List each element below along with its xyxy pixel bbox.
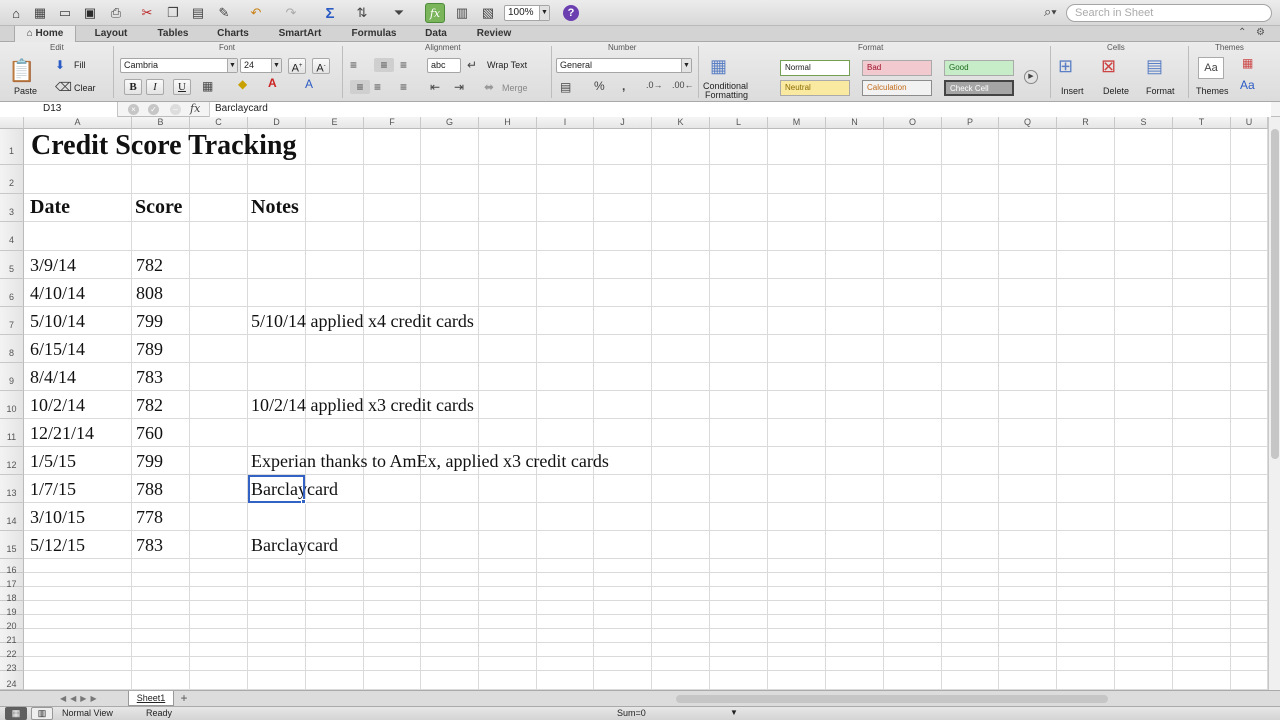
row-header[interactable]: 10	[0, 391, 24, 419]
cell-note[interactable]: 10/2/14 applied x3 credit cards	[251, 391, 474, 419]
cell-date[interactable]: 5/10/14	[30, 307, 85, 335]
row-header[interactable]: 11	[0, 419, 24, 447]
view-label: Normal View	[62, 708, 113, 718]
row-header[interactable]: 21	[0, 629, 24, 645]
excel-window: ⌂ ▦ ▭ ▣ ⎙ ✂ ❐ ▤ ✎ ↶ ↷ Σ ⇅ ⏷ fx ▥ ▧ 100% …	[0, 0, 1280, 720]
cell-note[interactable]: 5/10/14 applied x4 credit cards	[251, 307, 474, 335]
row-header[interactable]: 9	[0, 363, 24, 391]
column-header[interactable]: U	[1231, 117, 1268, 129]
row-header[interactable]: 18	[0, 587, 24, 603]
sheet-tab-bar: ◀◀▶▶ Sheet1 +	[0, 690, 1280, 706]
cell-score[interactable]: 789	[136, 335, 163, 363]
cell-note[interactable]: Experian thanks to AmEx, applied x3 cred…	[251, 447, 609, 475]
column-header[interactable]: F	[364, 117, 421, 129]
row-header[interactable]: 16	[0, 559, 24, 575]
row-header[interactable]: 17	[0, 573, 24, 589]
column-header[interactable]: H	[479, 117, 537, 129]
row-header[interactable]: 4	[0, 222, 24, 251]
add-sheet-icon[interactable]: +	[177, 692, 191, 705]
horizontal-scroll-thumb[interactable]	[676, 695, 1108, 703]
cell-date[interactable]: 6/15/14	[30, 335, 85, 363]
normal-view-icon[interactable]: ▦	[5, 707, 27, 720]
cell-date[interactable]: 1/5/15	[30, 447, 76, 475]
cell-score[interactable]: 783	[136, 531, 163, 559]
row-header[interactable]: 2	[0, 165, 24, 194]
cell-date[interactable]: 8/4/14	[30, 363, 76, 391]
row-header[interactable]: 5	[0, 251, 24, 279]
column-header[interactable]: S	[1115, 117, 1173, 129]
row-header[interactable]: 6	[0, 279, 24, 307]
column-header[interactable]: E	[306, 117, 364, 129]
column-header[interactable]: G	[421, 117, 479, 129]
column-header[interactable]: L	[710, 117, 768, 129]
column-header[interactable]: R	[1057, 117, 1115, 129]
cell-score[interactable]: 799	[136, 307, 163, 335]
column-header[interactable]: K	[652, 117, 710, 129]
row-header[interactable]: 22	[0, 643, 24, 659]
sum-status: Sum=0	[617, 708, 646, 718]
cell-score[interactable]: 788	[136, 475, 163, 503]
cell-note[interactable]: Barclaycard	[251, 531, 338, 559]
grid-lines	[24, 129, 1268, 690]
cell-a1-title[interactable]: Credit Score Tracking	[31, 128, 296, 164]
row-header[interactable]: 15	[0, 531, 24, 559]
column-header[interactable]: P	[942, 117, 999, 129]
cell-score[interactable]: 782	[136, 391, 163, 419]
row-header[interactable]: 8	[0, 335, 24, 363]
row-header[interactable]: 23	[0, 657, 24, 673]
row-header[interactable]: 19	[0, 601, 24, 617]
vertical-scroll-thumb[interactable]	[1271, 129, 1279, 459]
cell-date[interactable]: 4/10/14	[30, 279, 85, 307]
column-header[interactable]: I	[537, 117, 594, 129]
cell-score[interactable]: 778	[136, 503, 163, 531]
cell-b3-score-header[interactable]: Score	[135, 193, 182, 221]
row-header[interactable]: 1	[0, 129, 24, 165]
cell-date[interactable]: 3/9/14	[30, 251, 76, 279]
active-cell-selection	[248, 475, 305, 503]
cell-score[interactable]: 760	[136, 419, 163, 447]
cell-date[interactable]: 1/7/15	[30, 475, 76, 503]
chevron-down-icon[interactable]: ▼	[730, 708, 738, 717]
vertical-scrollbar[interactable]	[1268, 117, 1280, 690]
cell-score[interactable]: 783	[136, 363, 163, 391]
cell-date[interactable]: 5/12/15	[30, 531, 85, 559]
row-header[interactable]: 20	[0, 615, 24, 631]
cell-a3-date-header[interactable]: Date	[30, 193, 70, 221]
row-header[interactable]: 7	[0, 307, 24, 335]
cell-date[interactable]: 10/2/14	[30, 391, 85, 419]
column-header[interactable]: J	[594, 117, 652, 129]
column-header[interactable]: N	[826, 117, 884, 129]
column-header[interactable]: T	[1173, 117, 1231, 129]
cell-score[interactable]: 799	[136, 447, 163, 475]
cell-score[interactable]: 808	[136, 279, 163, 307]
page-layout-icon[interactable]: ▥	[31, 707, 53, 720]
sheet-nav-arrows[interactable]: ◀◀▶▶	[60, 694, 101, 703]
status-bar: ▦ ▥ Normal View Ready Sum=0 ▼	[0, 706, 1280, 720]
cell-d3-notes-header[interactable]: Notes	[251, 193, 299, 221]
sheet-tab-sheet1[interactable]: Sheet1	[128, 691, 174, 706]
cell-date[interactable]: 3/10/15	[30, 503, 85, 531]
cell-date[interactable]: 12/21/14	[30, 419, 94, 447]
ready-status: Ready	[146, 708, 173, 718]
column-header[interactable]: O	[884, 117, 942, 129]
cell-score[interactable]: 782	[136, 251, 163, 279]
row-header[interactable]: 12	[0, 447, 24, 475]
row-header[interactable]: 14	[0, 503, 24, 531]
row-header[interactable]: 13	[0, 475, 24, 503]
row-header[interactable]: 3	[0, 194, 24, 222]
fill-handle[interactable]	[301, 499, 306, 504]
column-header[interactable]: M	[768, 117, 826, 129]
row-header[interactable]: 24	[0, 671, 24, 690]
column-header[interactable]: Q	[999, 117, 1057, 129]
select-all-corner[interactable]	[0, 117, 24, 129]
